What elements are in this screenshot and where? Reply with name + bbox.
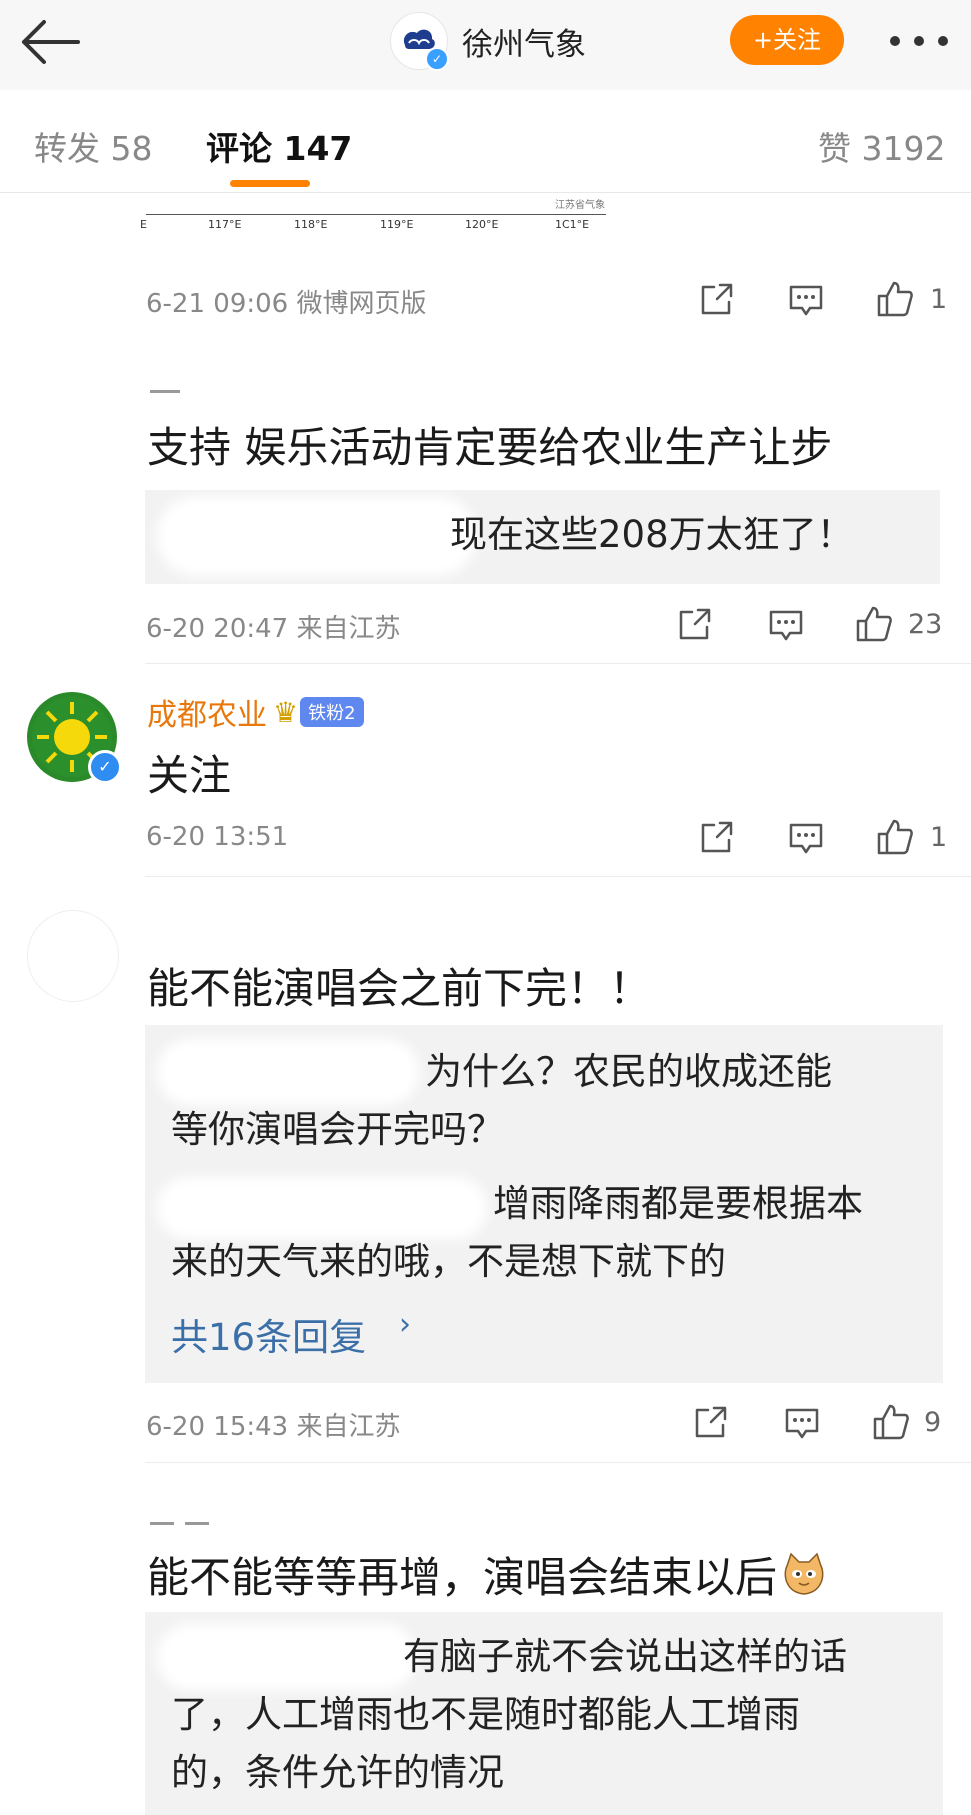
fan-badge: 铁粉2: [300, 697, 364, 727]
map-image-strip[interactable]: E 117°E 118°E 119°E 120°E 1C1°E 江苏省气象: [140, 196, 610, 238]
comment-icon[interactable]: [788, 284, 824, 318]
account-avatar[interactable]: ✓: [390, 12, 449, 71]
redacted-username: [157, 1624, 417, 1690]
more-replies-link[interactable]: 共16条回复: [171, 1307, 366, 1361]
back-arrow-icon[interactable]: [18, 18, 82, 66]
comment-icon[interactable]: [788, 822, 824, 856]
reply-text: 为什么？农民的收成还能: [425, 1050, 832, 1093]
divider: [145, 1462, 971, 1463]
reply-text: 现在这些208万太狂了！: [450, 513, 854, 556]
reply-text: 等你演唱会开完吗？: [171, 1108, 504, 1151]
more-options-icon[interactable]: [890, 36, 948, 48]
divider: [145, 876, 971, 877]
redacted-username: [157, 1177, 487, 1239]
account-name: 徐州气象: [462, 26, 586, 63]
share-icon[interactable]: [694, 1405, 728, 1439]
like-icon[interactable]: [876, 818, 914, 856]
reply-box[interactable]: 为什么？农民的收成还能 等你演唱会开完吗？ 增雨降雨都是要根据本 来的天气来的哦…: [145, 1025, 943, 1383]
reply-text: 的，条件允许的情况: [171, 1751, 504, 1794]
comment-meta: 6-20 13:51: [146, 822, 289, 852]
username[interactable]: 成都农业: [147, 690, 267, 734]
map-corner-label: 江苏省气象: [555, 200, 605, 211]
active-tab-indicator: [230, 180, 310, 187]
like-count: 1: [930, 822, 948, 853]
comment-text: 关注: [147, 751, 232, 800]
comment-text: 能不能演唱会之前下完！！: [147, 964, 652, 1013]
chevron-right-icon[interactable]: ›: [399, 1307, 411, 1342]
map-tick: 118°E: [294, 218, 328, 231]
comment-meta: 6-20 20:47 来自江苏: [146, 614, 401, 644]
divider: [145, 663, 971, 664]
reply-text: 增雨降雨都是要根据本: [493, 1182, 863, 1225]
share-icon[interactable]: [678, 607, 712, 641]
tab-bar: 转发 58 评论 147 赞 3192: [0, 92, 971, 193]
map-tick: 119°E: [380, 218, 414, 231]
tab-reposts[interactable]: 转发 58: [34, 122, 152, 170]
comment-icon[interactable]: [768, 609, 804, 643]
verified-icon: ✓: [88, 750, 122, 784]
redacted-username: [157, 496, 477, 576]
like-count: 9: [924, 1407, 942, 1438]
like-count: 23: [908, 609, 943, 640]
map-tick: 1C1°E: [555, 218, 590, 231]
truncated-username: [150, 1510, 210, 1525]
comment-meta: 6-21 09:06 微博网页版: [146, 289, 427, 319]
comment-icon[interactable]: [784, 1407, 820, 1441]
like-icon[interactable]: [872, 1403, 910, 1441]
reply-text: 来的天气来的哦，不是想下就下的: [171, 1240, 726, 1283]
like-icon[interactable]: [876, 280, 914, 318]
comment-meta: 6-20 15:43 来自江苏: [146, 1412, 401, 1442]
follow-button[interactable]: +关注: [730, 15, 844, 65]
reply-text: 有脑子就不会说出这样的话: [403, 1635, 847, 1678]
reply-text: 了，人工增雨也不是随时都能人工增雨: [171, 1693, 800, 1736]
user-avatar[interactable]: [27, 910, 119, 1002]
truncated-username: [150, 390, 190, 396]
comment-text-row: 能不能等等再增，演唱会结束以后: [147, 1544, 827, 1605]
map-tick: 120°E: [465, 218, 499, 231]
crown-icon: ♛: [273, 695, 299, 729]
like-count: 1: [930, 284, 948, 315]
tab-comments[interactable]: 评论 147: [206, 122, 352, 170]
comment-user-row: 成都农业 ♛ 铁粉2: [147, 690, 364, 734]
comment-text: 能不能等等再增，演唱会结束以后: [147, 1553, 778, 1602]
map-tick: 117°E: [208, 218, 242, 231]
tab-likes[interactable]: 赞 3192: [818, 122, 945, 170]
comment-text: 支持 娱乐活动肯定要给农业生产让步: [147, 423, 833, 472]
like-icon[interactable]: [855, 605, 893, 643]
share-icon[interactable]: [700, 820, 734, 854]
reply-box[interactable]: 现在这些208万太狂了！: [145, 490, 940, 584]
verified-icon: ✓: [425, 47, 449, 71]
reply-box[interactable]: 有脑子就不会说出这样的话 了，人工增雨也不是随时都能人工增雨 的，条件允许的情况: [145, 1612, 943, 1815]
cat-emoji-icon: [784, 1552, 824, 1595]
map-tick: E: [140, 218, 147, 231]
share-icon[interactable]: [700, 282, 734, 316]
redacted-username: [157, 1039, 419, 1105]
account-header[interactable]: ✓ 徐州气象: [390, 12, 586, 71]
